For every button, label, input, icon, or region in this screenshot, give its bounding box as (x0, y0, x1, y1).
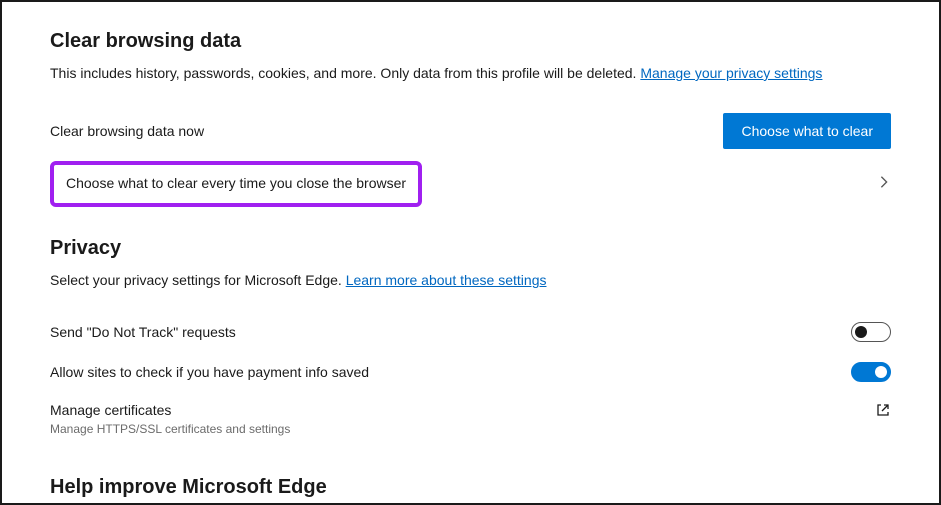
payment-info-row: Allow sites to check if you have payment… (50, 352, 891, 392)
do-not-track-row: Send "Do Not Track" requests (50, 312, 891, 352)
privacy-desc-text: Select your privacy settings for Microso… (50, 272, 346, 288)
payment-info-toggle[interactable] (851, 362, 891, 382)
manage-certificates-sublabel: Manage HTTPS/SSL certificates and settin… (50, 422, 290, 436)
payment-info-label: Allow sites to check if you have payment… (50, 364, 369, 380)
manage-certificates-row[interactable]: Manage certificates Manage HTTPS/SSL cer… (50, 392, 891, 446)
privacy-title: Privacy (50, 237, 891, 260)
clear-on-close-highlight: Choose what to clear every time you clos… (50, 161, 422, 207)
manage-certificates-label: Manage certificates (50, 402, 290, 418)
clear-browsing-data-section: Clear browsing data This includes histor… (50, 30, 891, 207)
chevron-right-icon (877, 175, 891, 189)
clear-on-close-label: Choose what to clear every time you clos… (66, 175, 406, 191)
privacy-section: Privacy Select your privacy settings for… (50, 237, 891, 446)
clear-data-title: Clear browsing data (50, 30, 891, 53)
help-improve-title: Help improve Microsoft Edge (50, 476, 891, 499)
clear-data-description: This includes history, passwords, cookie… (50, 65, 891, 81)
clear-data-desc-text: This includes history, passwords, cookie… (50, 65, 640, 81)
external-link-icon (875, 402, 891, 418)
privacy-description: Select your privacy settings for Microso… (50, 272, 891, 288)
help-improve-section: Help improve Microsoft Edge (50, 476, 891, 499)
clear-now-label: Clear browsing data now (50, 123, 204, 139)
do-not-track-label: Send "Do Not Track" requests (50, 324, 236, 340)
choose-what-to-clear-button[interactable]: Choose what to clear (723, 113, 891, 149)
clear-now-row: Clear browsing data now Choose what to c… (50, 105, 891, 157)
learn-more-link[interactable]: Learn more about these settings (346, 272, 547, 288)
do-not-track-toggle[interactable] (851, 322, 891, 342)
manage-privacy-settings-link[interactable]: Manage your privacy settings (640, 65, 822, 81)
clear-on-close-row[interactable]: Choose what to clear every time you clos… (50, 157, 891, 207)
